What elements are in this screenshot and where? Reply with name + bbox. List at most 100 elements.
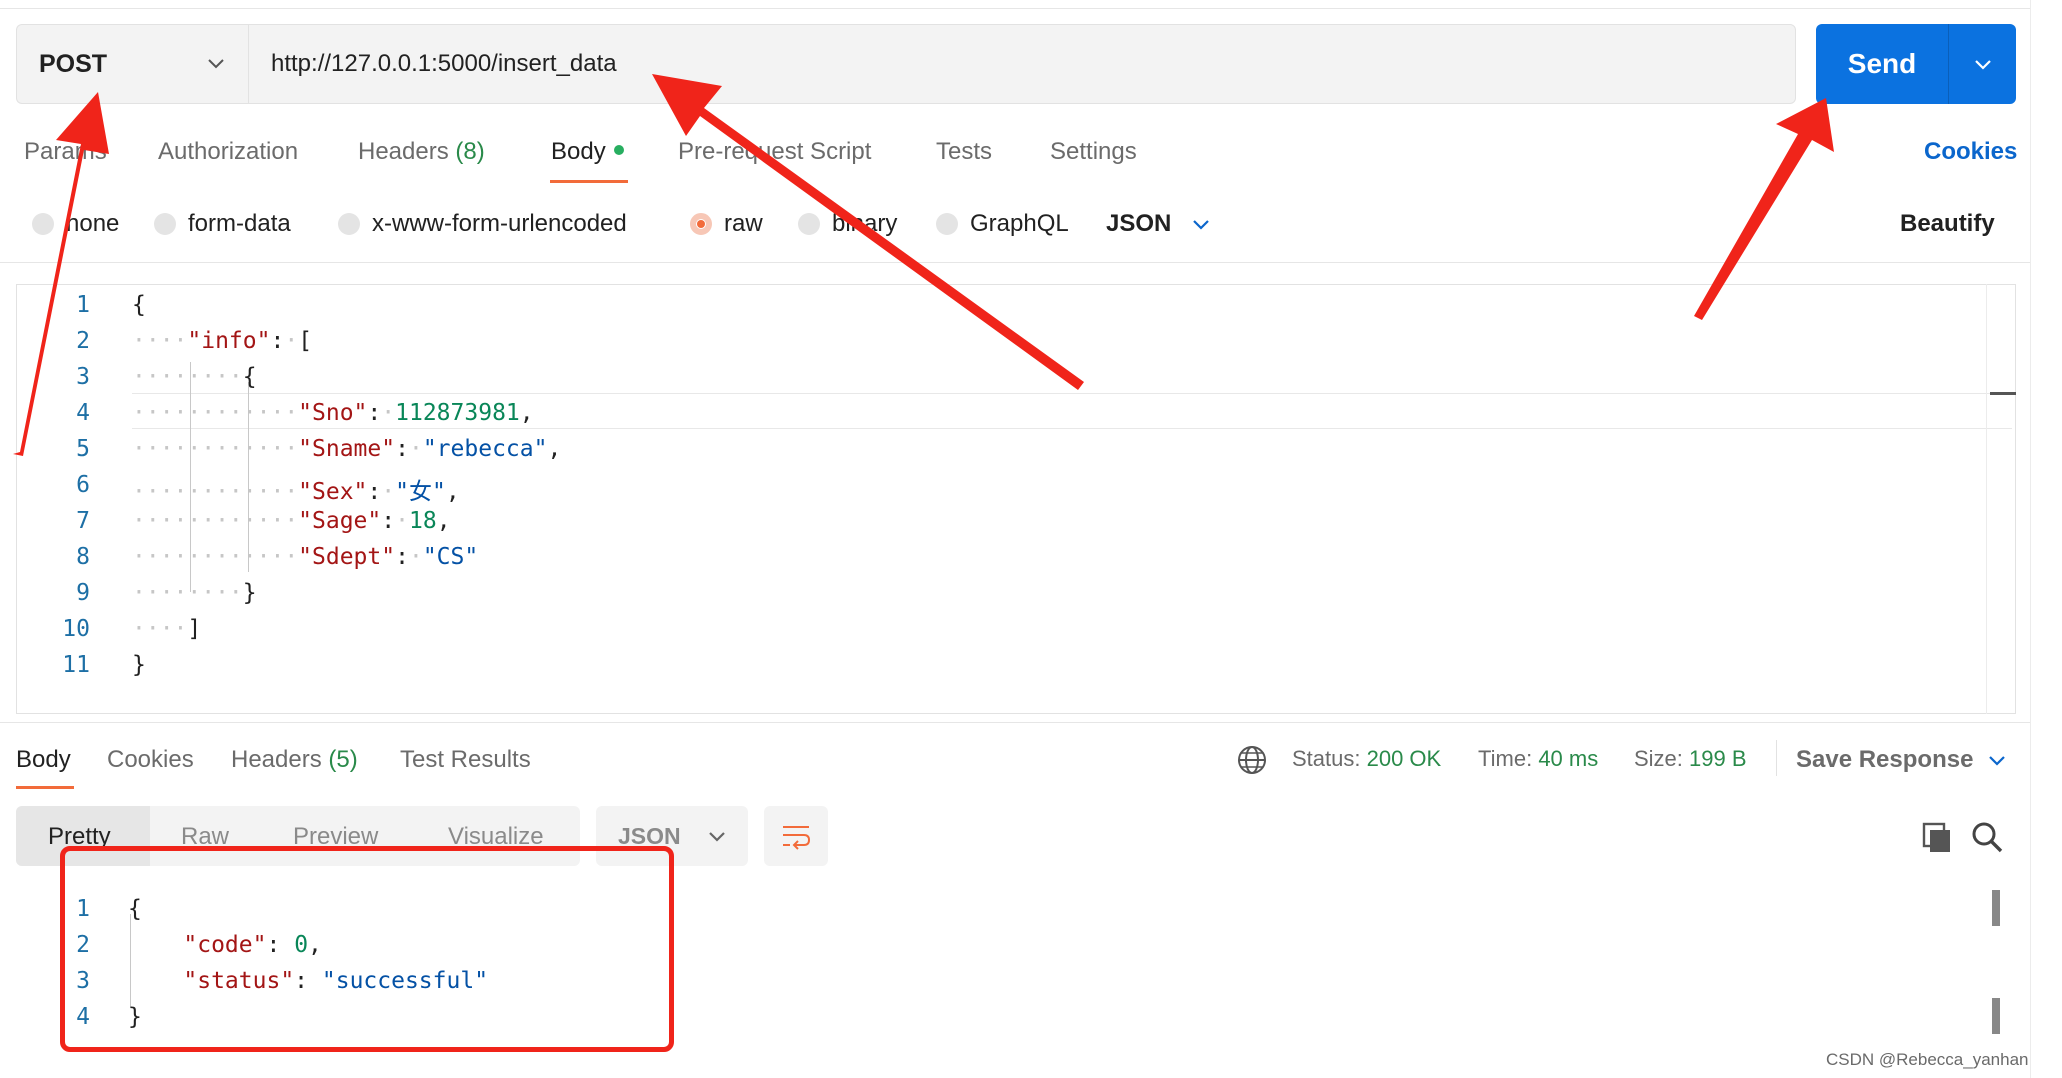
line-number: 3 xyxy=(76,364,90,390)
radio-form-data[interactable]: form-data xyxy=(154,210,291,238)
radio-raw-circle xyxy=(690,213,712,235)
right-divider xyxy=(2030,0,2031,1078)
tab-headers-count: (8) xyxy=(455,138,485,165)
method-label: POST xyxy=(39,49,108,78)
tab-body-label: Body xyxy=(551,138,606,165)
save-response-label: Save Response xyxy=(1796,746,1974,773)
line-number: 1 xyxy=(76,292,90,318)
url-text: http://127.0.0.1:5000/insert_data xyxy=(271,50,617,77)
tab-settings[interactable]: Settings xyxy=(1050,138,1137,166)
wrap-lines-icon xyxy=(783,826,811,850)
status-divider xyxy=(1776,740,1777,776)
code-line: ············"Sname":·"rebecca", xyxy=(132,436,562,462)
search-icon[interactable] xyxy=(1970,820,2004,854)
time-label: Time: xyxy=(1478,746,1533,771)
status-value: 200 OK xyxy=(1366,746,1442,771)
tab-headers[interactable]: Headers (8) xyxy=(358,138,485,166)
send-label: Send xyxy=(1847,48,1917,79)
radio-binary[interactable]: binary xyxy=(798,210,897,238)
tab-body-underline xyxy=(550,180,628,183)
radio-urlencoded[interactable]: x-www-form-urlencoded xyxy=(338,210,627,238)
section-divider xyxy=(0,262,2030,263)
response-divider xyxy=(0,722,2030,723)
response-scrollbar[interactable] xyxy=(1992,890,2000,926)
top-divider xyxy=(0,8,2030,9)
cookies-link[interactable]: Cookies xyxy=(1924,138,2017,166)
editor-scrollbar[interactable] xyxy=(1986,284,2016,714)
editor-scroll-thumb[interactable] xyxy=(1990,392,2016,395)
size-readout: Size: 199 B xyxy=(1634,746,1747,772)
response-tab-body-underline xyxy=(16,786,74,789)
line-number: 11 xyxy=(62,652,90,678)
radio-binary-circle xyxy=(798,213,820,235)
radio-binary-label: binary xyxy=(832,210,898,237)
radio-form-data-label: form-data xyxy=(188,210,291,237)
code-line: { xyxy=(132,292,146,318)
chevron-down-icon xyxy=(1974,60,1991,70)
tab-authorization[interactable]: Authorization xyxy=(158,138,298,166)
body-format-label: JSON xyxy=(1106,210,1172,237)
radio-form-data-circle xyxy=(154,213,176,235)
code-line: ············"Sex":·"女", xyxy=(132,479,460,505)
radio-none-label: none xyxy=(66,210,120,237)
code-line: ········} xyxy=(132,580,257,606)
radio-urlencoded-label: x-www-form-urlencoded xyxy=(372,210,627,237)
code-line: ········{ xyxy=(132,364,257,390)
annotation-highlight-box xyxy=(60,846,674,1052)
body-format-select[interactable]: JSON xyxy=(1106,210,1211,238)
line-number: 7 xyxy=(76,508,90,534)
radio-graphql[interactable]: GraphQL xyxy=(936,210,1069,238)
line-number: 5 xyxy=(76,436,90,462)
method-select[interactable]: POST xyxy=(16,24,248,104)
response-tab-cookies[interactable]: Cookies xyxy=(107,746,194,774)
radio-raw[interactable]: raw xyxy=(690,210,763,238)
code-line: ············"Sno":·112873981, xyxy=(132,400,534,426)
save-response-button[interactable]: Save Response xyxy=(1796,746,2007,774)
size-label: Size: xyxy=(1634,746,1683,771)
response-tab-headers-label: Headers xyxy=(231,746,322,773)
time-value: 40 ms xyxy=(1538,746,1599,771)
tab-tests[interactable]: Tests xyxy=(936,138,992,166)
line-number: 2 xyxy=(76,328,90,354)
line-number: 6 xyxy=(76,472,90,498)
send-options-button[interactable] xyxy=(1949,54,2016,74)
chevron-down-icon xyxy=(708,832,725,842)
chevron-down-icon xyxy=(1989,756,2006,766)
line-number: 9 xyxy=(76,580,90,606)
tab-prerequest-script[interactable]: Pre-request Script xyxy=(678,138,871,166)
code-line: ············"Sage":·18, xyxy=(132,508,451,534)
tab-params[interactable]: Params xyxy=(24,138,107,166)
line-number: 10 xyxy=(62,616,90,642)
time-readout: Time: 40 ms xyxy=(1478,746,1598,772)
copy-icon[interactable] xyxy=(1920,820,1954,854)
beautify-link[interactable]: Beautify xyxy=(1900,210,1995,238)
globe-icon[interactable] xyxy=(1236,744,1268,776)
tab-headers-label: Headers xyxy=(358,138,449,165)
status-readout: Status: 200 OK xyxy=(1292,746,1441,772)
radio-none[interactable]: none xyxy=(32,210,119,238)
status-label: Status: xyxy=(1292,746,1361,771)
wrap-lines-button[interactable] xyxy=(764,806,828,866)
response-scrollbar[interactable] xyxy=(1992,998,2000,1034)
response-tab-body[interactable]: Body xyxy=(16,746,71,774)
tab-body[interactable]: Body xyxy=(551,138,624,166)
response-tab-headers[interactable]: Headers (5) xyxy=(231,746,358,774)
line-number: 8 xyxy=(76,544,90,570)
response-tab-test-results[interactable]: Test Results xyxy=(400,746,531,774)
response-tab-headers-count: (5) xyxy=(328,746,358,773)
radio-graphql-circle xyxy=(936,213,958,235)
radio-graphql-label: GraphQL xyxy=(970,210,1069,237)
size-value: 199 B xyxy=(1689,746,1747,771)
url-input[interactable]: http://127.0.0.1:5000/insert_data xyxy=(248,24,1796,104)
body-modified-indicator xyxy=(613,144,624,155)
code-line: ····] xyxy=(132,616,202,642)
chevron-down-icon xyxy=(208,59,224,69)
radio-raw-label: raw xyxy=(724,210,763,237)
send-button[interactable]: Send xyxy=(1816,24,2016,104)
chevron-down-icon xyxy=(1193,220,1210,230)
code-line: } xyxy=(132,652,146,678)
radio-none-circle xyxy=(32,213,54,235)
radio-urlencoded-circle xyxy=(338,213,360,235)
code-line: ············"Sdept":·"CS" xyxy=(132,544,479,570)
watermark: CSDN @Rebecca_yanhan xyxy=(1826,1050,2029,1069)
